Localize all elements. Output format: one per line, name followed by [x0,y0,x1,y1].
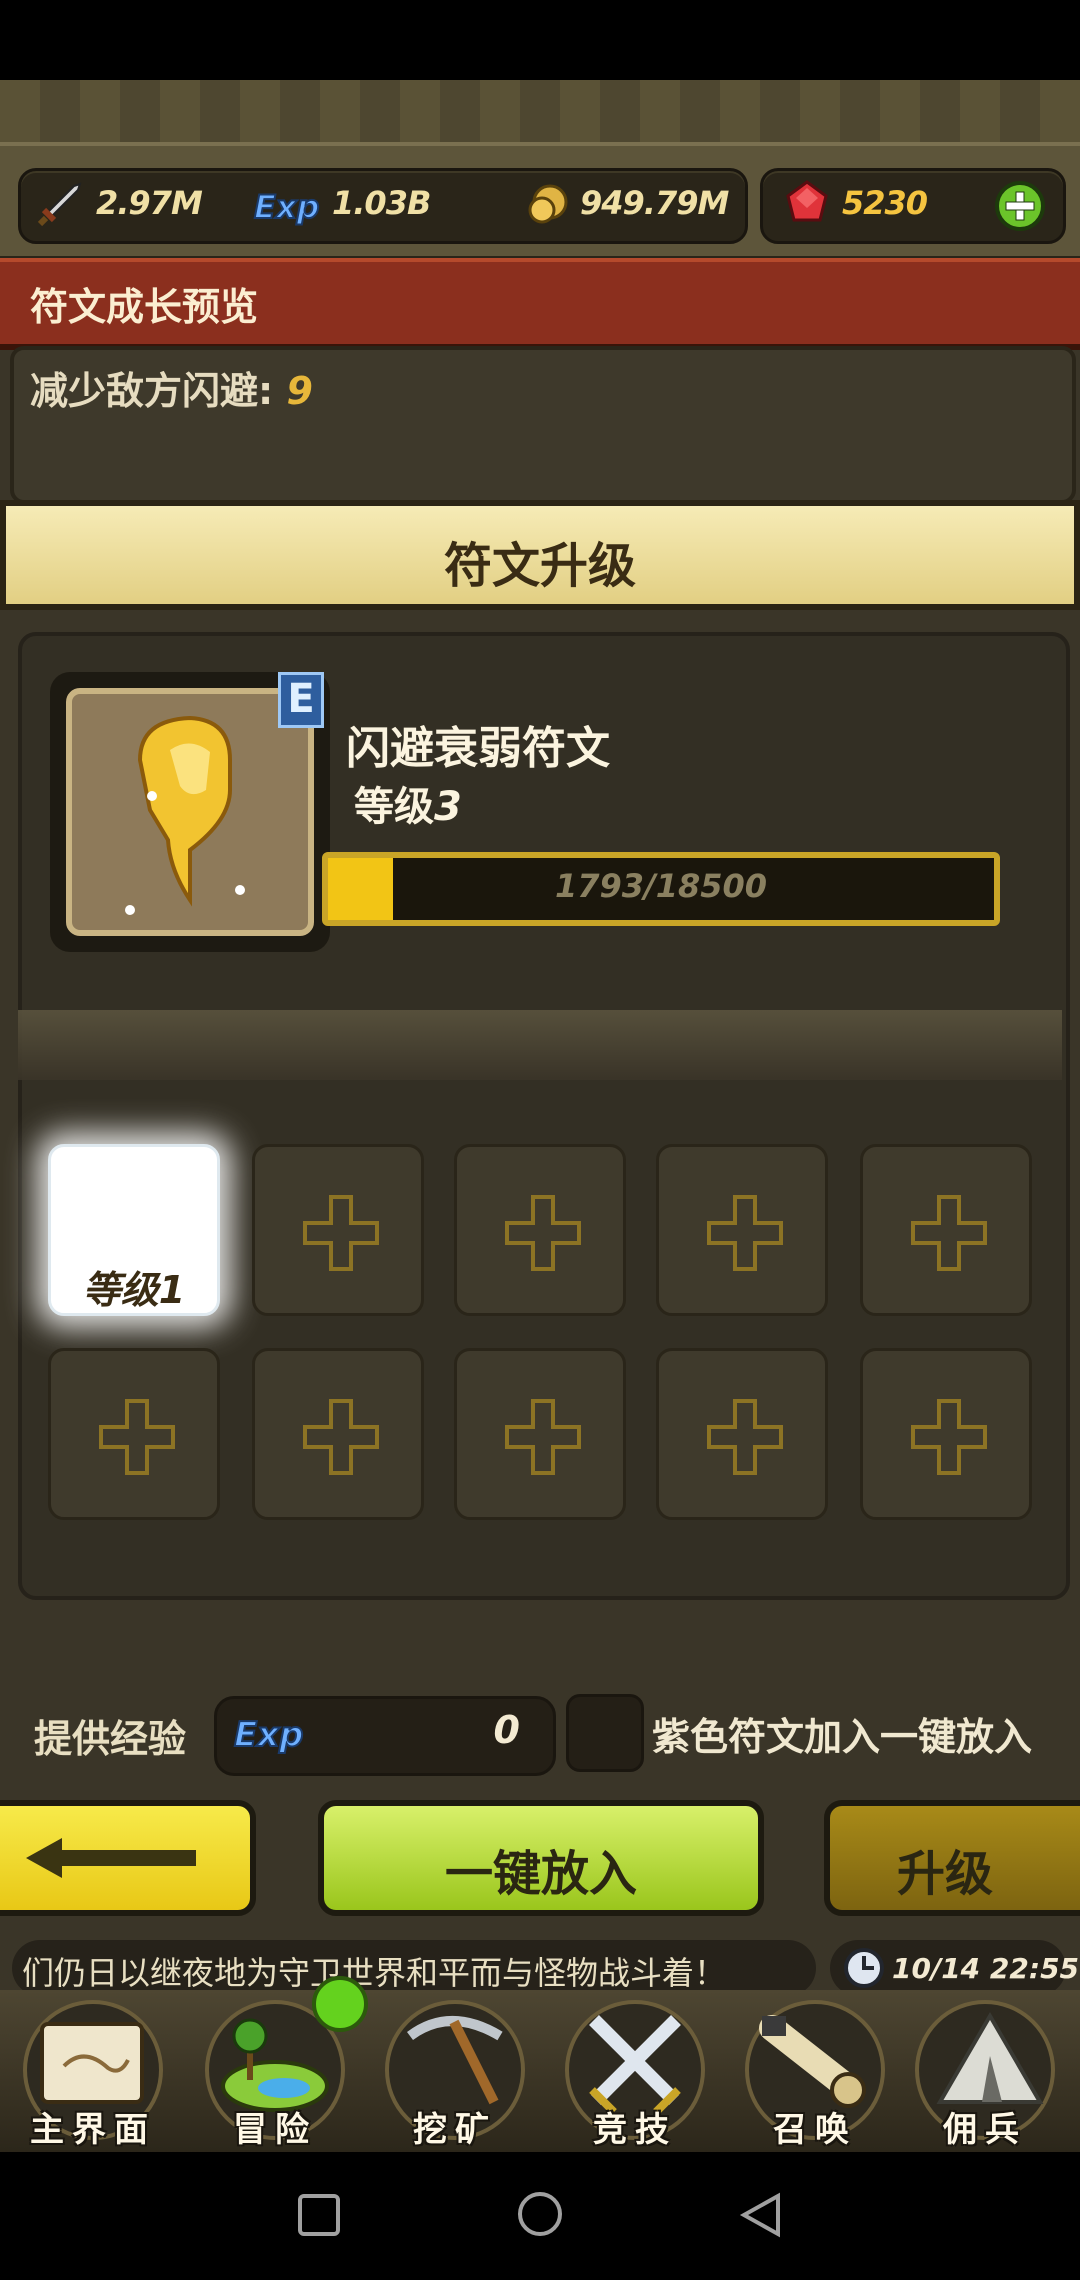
rune-level-value: 3 [434,784,462,830]
material-slot-7[interactable] [252,1348,424,1520]
nav-main[interactable]: 主界面 [8,2000,178,2150]
svg-text:Exp: Exp [234,1715,304,1755]
gem-value: 5230 [842,184,928,222]
plus-icon [911,1195,987,1271]
add-gems-button[interactable] [994,180,1046,232]
provide-exp-value: 0 [493,1708,520,1752]
summon-scroll-icon [759,2015,866,2108]
home-icon[interactable] [516,2190,564,2238]
preview-stat-value: 9 [286,369,313,413]
back-nav-icon[interactable] [738,2192,784,2238]
nav-main-label: 主界面 [30,2110,156,2150]
top-decoration [0,80,1080,148]
svg-text:Exp: Exp [254,188,319,226]
nav-mercenary-label: 佣兵 [943,2110,1027,2150]
sword-icon [37,182,82,227]
plus-icon [99,1399,175,1475]
upgrade-title: 符文升级 [443,538,636,594]
rune-emblem-icon [125,715,245,915]
nav-summon[interactable]: 召唤 [730,2000,900,2150]
plus-icon [303,1399,379,1475]
upgrade-title-bar: 符文升级 [0,500,1080,610]
nav-adventure-label: 冒险 [233,2110,317,2150]
pickaxe-icon [407,2016,503,2105]
rune-name: 闪避衰弱符文 [346,723,610,774]
provide-exp-label: 提供经验 [34,1717,187,1761]
nav-mercenary[interactable]: 佣兵 [900,2000,1070,2150]
material-slot-level: 等级1 [82,1268,186,1312]
preview-banner: 符文成长预览 [0,258,1080,350]
map-scroll-icon [40,2022,144,2104]
ruby-icon [786,180,828,222]
nav-mining[interactable]: 挖矿 [370,2000,540,2150]
plus-icon [707,1399,783,1475]
crossed-swords-icon [589,2015,681,2115]
rune-level: 等级3 [354,774,462,832]
panel-divider [18,1010,1062,1080]
news-ticker-text: 们仍日以继夜地为守卫世界和平而与怪物战斗着！ [22,1954,727,1992]
rune-xp-text: 1793/18500 [554,867,768,905]
material-slot-10[interactable] [860,1348,1032,1520]
preview-title: 符文成长预览 [30,285,259,329]
back-button[interactable] [0,1800,256,1916]
exp-icon: Exp [253,187,320,227]
tent-icon [936,2012,1044,2104]
plus-icon [505,1195,581,1271]
rune-level-label: 等级 [354,784,434,830]
plus-icon [303,1195,379,1271]
gold-coin-icon [528,184,568,224]
material-slot-3[interactable] [454,1144,626,1316]
arrow-left-icon [26,1838,196,1878]
upgrade-button[interactable]: 升级 [824,1800,1080,1916]
notification-dot [312,1976,368,2032]
system-nav-bar [0,2152,1080,2280]
clock-icon [844,1948,884,1988]
news-ticker: 们仍日以继夜地为守卫世界和平而与怪物战斗着！ [12,1940,816,1996]
material-slot-4[interactable] [656,1144,828,1316]
purple-rune-checkbox[interactable] [566,1694,644,1772]
nav-arena[interactable]: 竞技 [550,2000,720,2150]
gold-value: 949.79M [580,184,729,222]
exp-value: 1.03B [332,184,431,222]
preview-stat-label: 减少敌方闪避: [30,369,274,413]
material-slot-5[interactable] [860,1144,1032,1316]
nav-mining-label: 挖矿 [413,2110,497,2150]
material-slot-9[interactable] [656,1348,828,1520]
material-slot-1[interactable]: 等级1 [48,1144,220,1316]
plus-icon [505,1399,581,1475]
plus-icon [707,1195,783,1271]
purple-rune-label: 紫色符文加入一键放入 [652,1715,1033,1759]
one-click-insert-button[interactable]: 一键放入 [318,1800,764,1916]
nav-arena-label: 竞技 [593,2110,677,2150]
attack-value: 2.97M [96,184,203,222]
material-slot-8[interactable] [454,1348,626,1520]
rune-grade-badge: E [278,672,324,728]
one-click-insert-label: 一键放入 [444,1846,637,1902]
material-slot-6[interactable] [48,1348,220,1520]
material-slot-2[interactable] [252,1144,424,1316]
upgrade-button-label: 升级 [896,1846,993,1902]
exp-icon: Exp [233,1714,305,1756]
recent-apps-icon[interactable] [296,2192,342,2238]
plus-icon [911,1399,987,1475]
preview-stat: 减少敌方闪避: 9 [30,360,313,415]
clock-time: 10/14 22:55 [892,1952,1080,1985]
nav-summon-label: 召唤 [773,2110,857,2150]
